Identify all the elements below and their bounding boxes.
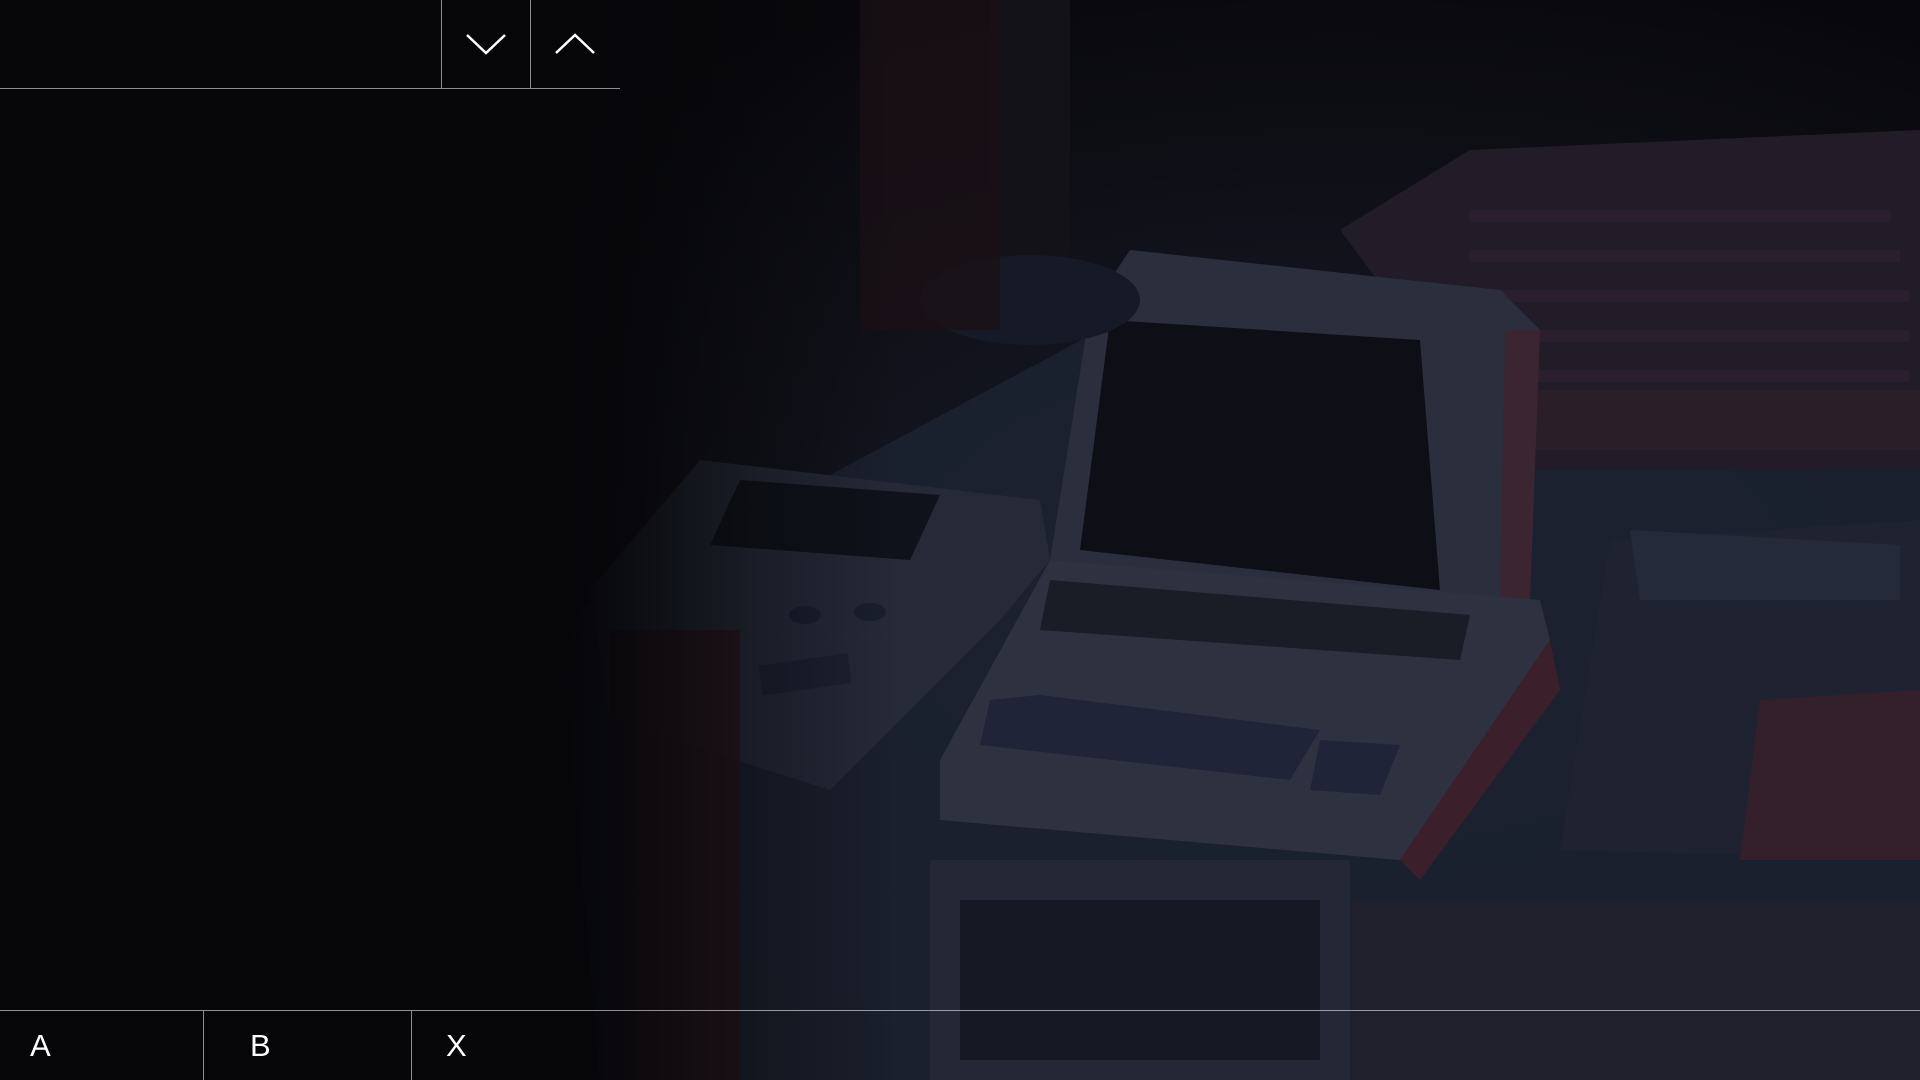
background-image <box>0 0 1920 1080</box>
bottom-action-bar: A B X <box>0 1010 1920 1080</box>
scroll-down-button[interactable] <box>442 0 531 88</box>
button-x[interactable]: X <box>412 1011 612 1080</box>
button-b[interactable]: B <box>204 1011 412 1080</box>
button-x-label: X <box>446 1028 468 1063</box>
top-bar-title-area <box>0 0 442 88</box>
chevron-down-icon <box>465 32 507 56</box>
button-b-label: B <box>250 1028 272 1063</box>
button-a-label: A <box>30 1028 52 1063</box>
top-bar <box>0 0 620 89</box>
button-a[interactable]: A <box>0 1011 204 1080</box>
main-screen: A B X <box>0 0 1920 1080</box>
scroll-up-button[interactable] <box>531 0 619 88</box>
chevron-up-icon <box>554 32 596 56</box>
